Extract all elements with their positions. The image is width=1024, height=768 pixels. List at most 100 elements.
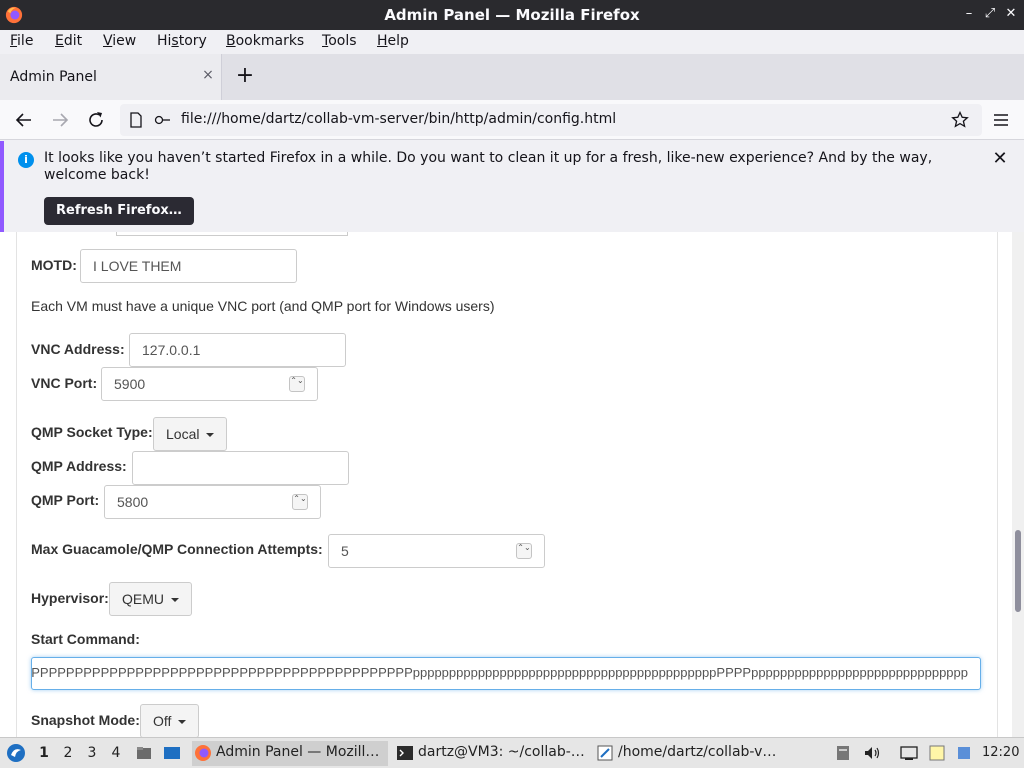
menu-tools-rest: ools	[328, 33, 357, 49]
task-firefox-label: Admin Panel — Mozill…	[216, 744, 380, 760]
menu-history-rest: tory	[178, 33, 207, 49]
menu-view[interactable]: View	[103, 33, 136, 49]
qmp-port-label: QMP Port:	[31, 492, 100, 508]
menu-help-accel: H	[377, 33, 388, 49]
qmp-port-spinner-icon[interactable]: ⌃⌄	[292, 494, 308, 510]
start-command-value: PPPPPPPPPPPPPPPPPPPPPPPPPPPPPPPPPPPPPPPP…	[31, 665, 968, 680]
file-manager-icon[interactable]	[135, 744, 153, 762]
scrollbar-thumb[interactable]	[1015, 530, 1021, 612]
window-titlebar: Admin Panel — Mozilla Firefox – ⤢ ✕	[0, 0, 1024, 30]
workspace-4[interactable]: 4	[108, 745, 124, 761]
max-attempts-input[interactable]: 5 ⌃⌄	[328, 534, 545, 568]
start-command-label: Start Command:	[31, 631, 140, 647]
motd-input[interactable]: I LOVE THEM	[80, 249, 297, 283]
tab-admin-panel[interactable]: Admin Panel ×	[0, 54, 222, 100]
url-text: file:///home/dartz/collab-vm-server/bin/…	[181, 111, 617, 127]
workspace-3[interactable]: 3	[84, 745, 100, 761]
task-editor[interactable]: /home/dartz/collab-v…	[594, 741, 790, 766]
vnc-address-input[interactable]: 127.0.0.1	[129, 333, 346, 367]
hypervisor-label: Hypervisor:	[31, 590, 109, 606]
hamburger-menu-icon[interactable]	[990, 109, 1012, 131]
reload-icon[interactable]	[85, 109, 107, 131]
qmp-address-input[interactable]	[132, 451, 349, 485]
terminal-icon	[397, 746, 413, 760]
volume-icon[interactable]	[863, 744, 881, 762]
snapshot-mode-label: Snapshot Mode:	[31, 712, 140, 728]
menu-bookmarks[interactable]: Bookmarks	[226, 33, 304, 49]
qmp-socket-type-label: QMP Socket Type:	[31, 424, 153, 440]
tab-close-icon[interactable]: ×	[200, 67, 216, 83]
vnc-port-input[interactable]: 5900 ⌃⌄	[101, 367, 318, 401]
caret-down-icon	[206, 433, 215, 438]
menu-view-rest: iew	[112, 33, 137, 49]
motd-label: MOTD:	[31, 257, 77, 273]
menu-edit-accel: E	[55, 33, 64, 49]
qmp-address-label: QMP Address:	[31, 458, 127, 474]
hypervisor-value: QEMU	[122, 591, 164, 607]
task-firefox[interactable]: Admin Panel — Mozill…	[192, 741, 388, 766]
new-tab-button[interactable]: +	[234, 65, 256, 88]
page-scrollbar[interactable]	[1012, 232, 1024, 737]
max-attempts-spinner-icon[interactable]: ⌃⌄	[516, 543, 532, 559]
notification-close-icon[interactable]: ✕	[990, 149, 1010, 169]
vnc-note: Each VM must have a unique VNC port (and…	[31, 298, 495, 314]
minimize-button[interactable]: –	[960, 5, 978, 23]
network-icon[interactable]	[900, 744, 918, 762]
menu-history-pre: Hi	[157, 33, 172, 49]
firefox-icon	[195, 745, 211, 761]
clipboard-icon[interactable]	[834, 744, 852, 762]
task-editor-label: /home/dartz/collab-v…	[618, 744, 777, 760]
url-bar[interactable]: file:///home/dartz/collab-vm-server/bin/…	[120, 104, 982, 136]
menu-file-rest: ile	[17, 33, 34, 49]
window-title: Admin Panel — Mozilla Firefox	[384, 6, 640, 24]
menu-view-accel: V	[103, 33, 113, 49]
max-attempts-value: 5	[341, 543, 349, 559]
menu-edit-rest: dit	[63, 33, 83, 49]
workspace-1[interactable]: 1	[36, 745, 52, 761]
navigation-toolbar: file:///home/dartz/collab-vm-server/bin/…	[0, 100, 1024, 140]
tab-strip: Admin Panel × +	[0, 54, 1024, 100]
caret-down-icon	[170, 598, 179, 603]
snapshot-mode-value: Off	[153, 713, 172, 729]
maximize-button[interactable]: ⤢	[981, 5, 999, 23]
qmp-port-value: 5800	[117, 494, 149, 510]
permissions-key-icon[interactable]	[154, 112, 172, 128]
vnc-port-value: 5900	[114, 376, 146, 392]
hypervisor-dropdown[interactable]: QEMU	[109, 582, 192, 616]
close-window-button[interactable]: ✕	[1002, 5, 1020, 23]
menu-help[interactable]: Help	[377, 33, 409, 49]
workspace-2[interactable]: 2	[60, 745, 76, 761]
taskbar: 1 2 3 4 Admin Panel — Mozill… dartz@VM3:…	[0, 737, 1024, 768]
start-menu-icon[interactable]	[6, 743, 26, 763]
vnc-port-spinner-icon[interactable]: ⌃⌄	[289, 376, 305, 392]
max-attempts-label: Max Guacamole/QMP Connection Attempts:	[31, 541, 323, 557]
menu-bookmarks-rest: ookmarks	[235, 33, 305, 49]
notes-icon[interactable]	[928, 744, 946, 762]
menu-history[interactable]: History	[157, 33, 207, 49]
vnc-port-label: VNC Port:	[31, 375, 98, 391]
back-arrow-icon[interactable]	[13, 109, 35, 131]
menubar: File Edit View History Bookmarks Tools H…	[0, 30, 1024, 54]
info-icon: i	[18, 152, 34, 168]
task-terminal[interactable]: dartz@VM3: ~/collab-…	[394, 741, 590, 766]
qmp-socket-type-dropdown[interactable]: Local	[153, 417, 228, 451]
snapshot-mode-dropdown[interactable]: Off	[140, 704, 200, 737]
menu-edit[interactable]: Edit	[55, 33, 82, 49]
refresh-firefox-button[interactable]: Refresh Firefox…	[44, 197, 194, 225]
vnc-address-label: VNC Address:	[31, 341, 125, 357]
menu-help-rest: elp	[387, 33, 409, 49]
qmp-socket-type-value: Local	[166, 426, 200, 442]
menu-tools[interactable]: Tools	[322, 33, 357, 49]
refresh-notification-bar: i It looks like you haven’t started Fire…	[0, 141, 1024, 232]
bookmark-star-icon[interactable]	[951, 111, 969, 129]
menu-file-accel: F	[10, 33, 18, 49]
caret-down-icon	[178, 720, 187, 725]
bluetooth-icon[interactable]	[955, 744, 973, 762]
qmp-port-input[interactable]: 5800 ⌃⌄	[104, 485, 321, 519]
start-command-input[interactable]: PPPPPPPPPPPPPPPPPPPPPPPPPPPPPPPPPPPPPPPP…	[31, 657, 981, 690]
tab-label: Admin Panel	[10, 69, 97, 85]
forward-arrow-icon[interactable]	[49, 109, 71, 131]
notification-message: It looks like you haven’t started Firefo…	[44, 150, 933, 183]
menu-file[interactable]: File	[10, 33, 33, 49]
show-desktop-icon[interactable]	[163, 744, 181, 762]
